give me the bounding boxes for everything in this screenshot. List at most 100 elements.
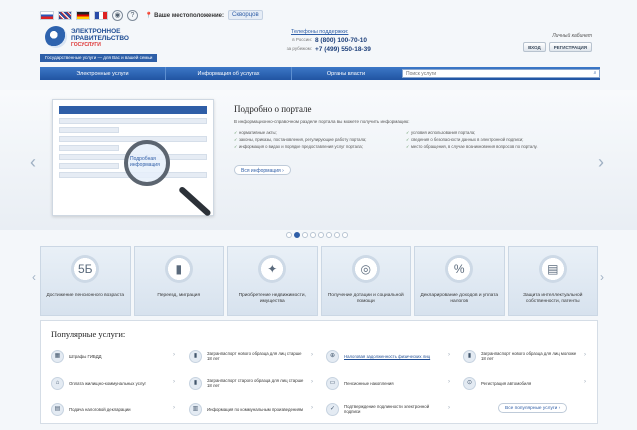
pension-savings-icon: ▭	[326, 376, 339, 390]
passport-icon: ▮	[189, 349, 202, 363]
flag-ru-icon[interactable]	[40, 10, 54, 20]
feature-item: место обращения, в случае возникновения …	[406, 144, 576, 149]
about-portal: Подробно о портале В информационно-справ…	[234, 104, 574, 149]
service-label: Подтверждение подлинности электронной по…	[344, 404, 430, 414]
categories-prev-arrow-icon[interactable]: ‹	[32, 270, 36, 284]
all-info-button[interactable]: Вся информация ›	[234, 165, 291, 175]
pagination-dot-active[interactable]	[294, 232, 300, 238]
popular-services: Популярные услуги: ▦ Штрафы ГИБДД › ▮ Загр…	[40, 320, 598, 424]
chevron-right-icon[interactable]: ›	[173, 379, 175, 385]
service-item[interactable]: ▮ Загранпаспорт старого образца для лиц с…	[189, 376, 307, 390]
screenshot-bar	[59, 106, 207, 114]
service-item[interactable]: ⊕ Налоговая задолженность физических лиц	[326, 349, 444, 363]
service-label: Оплата жилищно-коммунальных услуг	[69, 380, 147, 386]
nav-item-service-info[interactable]: Информация об услугах	[166, 71, 291, 77]
category-taxes[interactable]: % Декларирование доходов и уплата налогов	[414, 246, 505, 316]
pagination-dot[interactable]	[342, 232, 348, 238]
flag-gb-icon[interactable]	[58, 10, 72, 20]
flag-de-icon[interactable]	[76, 10, 90, 20]
banner-prev-arrow-icon[interactable]: ‹	[30, 152, 36, 173]
category-label: Защита интеллектуальной собственности, п…	[523, 293, 583, 304]
all-popular-services-button[interactable]: Все популярные услуги ›	[498, 403, 568, 413]
chevron-right-icon[interactable]: ›	[311, 352, 313, 358]
about-title: Подробно о портале	[234, 104, 312, 114]
pagination-dot[interactable]	[326, 232, 332, 238]
main-nav: Электронные услуги Информация об услугах…	[40, 67, 600, 80]
register-button[interactable]: РЕГИСТРАЦИЯ	[548, 42, 592, 52]
service-label: Загранпаспорт нового образца для лиц ста…	[207, 351, 302, 361]
screenshot-line	[59, 136, 207, 142]
service-item[interactable]: ▮ Загранпаспорт нового образца для лиц ст…	[189, 349, 307, 363]
utilities-icon: ▥	[189, 402, 202, 416]
service-item[interactable]: ▥ Информация по коммунальным произведения…	[189, 402, 307, 416]
chevron-right-icon[interactable]: ›	[173, 352, 175, 358]
category-patents[interactable]: ▤ Защита интеллектуальной собственности, …	[507, 246, 598, 316]
percent-icon: %	[445, 255, 474, 283]
about-intro: В информационно-справочном разделе порта…	[234, 119, 410, 124]
slogan: Государственные услуги — для Вас и вашей…	[40, 54, 158, 62]
search-input[interactable]	[403, 70, 591, 77]
pagination-dot[interactable]	[334, 232, 340, 238]
pagination-dot[interactable]	[310, 232, 316, 238]
service-label: Регистрация автомобиля	[481, 380, 532, 386]
service-label: Подача налоговой декларации	[69, 406, 131, 412]
banner-next-arrow-icon[interactable]: ›	[598, 152, 604, 173]
category-property[interactable]: ✦ Приобретение недвижимости, имущества	[227, 246, 318, 316]
life-situations: 5Б Достижение пенсионного возраста ▮ Перее…	[40, 246, 598, 316]
nav-item-authorities[interactable]: Органы власти	[292, 71, 400, 77]
flag-fr-icon[interactable]	[94, 10, 108, 20]
category-label: Приобретение недвижимости, имущества	[238, 293, 306, 304]
service-item[interactable]: ▦ Штрафы ГИБДД	[51, 349, 171, 363]
service-item[interactable]: ⌂ Оплата жилищно-коммунальных услуг	[51, 376, 171, 390]
location-city-select[interactable]: Скворцов	[228, 10, 263, 20]
auth-block: Личный кабинет ВХОД РЕГИСТРАЦИЯ	[510, 33, 592, 52]
category-migration[interactable]: ▮ Переезд, миграция	[133, 246, 224, 316]
screenshot-line	[59, 163, 119, 169]
phone2-number: +7 (499) 550-18-39	[315, 46, 371, 53]
service-label: Штрафы ГИБДД	[69, 353, 102, 359]
chevron-right-icon[interactable]: ›	[584, 379, 586, 385]
screenshot-line	[59, 145, 119, 151]
category-pension[interactable]: 5Б Достижение пенсионного возраста	[40, 246, 131, 316]
categories-next-arrow-icon[interactable]: ›	[600, 270, 604, 284]
service-item[interactable]: ⊙ Регистрация автомобиля	[463, 376, 581, 390]
feature-item: условия использования портала;	[406, 130, 576, 135]
feature-item: информация о видах и порядке предоставле…	[234, 144, 402, 149]
category-social-aid[interactable]: ◎ Получение дотации и социальной помощи	[320, 246, 411, 316]
service-item[interactable]: ▭ Пенсионные накопления	[326, 376, 444, 390]
help-icon[interactable]: ?	[127, 9, 138, 21]
accessibility-icon[interactable]: ◉	[112, 9, 123, 21]
pension-icon: 5Б	[71, 255, 100, 283]
tax-icon: ⊕	[326, 349, 339, 363]
search-box: ⌕	[402, 69, 600, 78]
passport-icon: ▮	[189, 376, 202, 390]
service-item[interactable]: ▮ Загранпаспорт нового образца для лиц мо…	[463, 349, 581, 363]
chevron-right-icon[interactable]: ›	[584, 352, 586, 358]
service-label: Загранпаспорт нового образца для лиц мол…	[481, 351, 577, 361]
portal-page: ◉ ? 📍 Ваше местоположение: Скворцов ЭЛЕК…	[0, 0, 637, 430]
service-item[interactable]: ▤ Подача налоговой декларации	[51, 402, 171, 416]
login-button[interactable]: ВХОД	[523, 42, 546, 52]
chevron-right-icon[interactable]: ›	[311, 405, 313, 411]
chevron-right-icon[interactable]: ›	[311, 379, 313, 385]
pagination-dot[interactable]	[286, 232, 292, 238]
feature-item: сведения о безопасности данных в электро…	[406, 137, 576, 142]
auth-title: Личный кабинет	[552, 33, 592, 39]
search-icon[interactable]: ⌕	[591, 70, 599, 77]
feature-item: нормативные акты;	[234, 130, 402, 135]
passport-icon: ▮	[164, 255, 193, 283]
chevron-right-icon[interactable]: ›	[448, 352, 450, 358]
chevron-right-icon[interactable]: ›	[448, 405, 450, 411]
pagination-dot[interactable]	[318, 232, 324, 238]
phone1-number: 8 (800) 100-70-10	[315, 37, 368, 44]
pagination-dot[interactable]	[302, 232, 308, 238]
nav-item-electronic-services[interactable]: Электронные услуги	[40, 71, 165, 77]
screenshot-line	[59, 127, 119, 133]
property-icon: ✦	[258, 255, 287, 283]
support-phones-link[interactable]: Телефоны поддержки:	[291, 29, 398, 35]
service-label: Налоговая задолженность физических лиц	[344, 353, 431, 359]
service-item[interactable]: ✓ Подтверждение подлинности электронной п…	[326, 402, 444, 416]
lifebuoy-icon: ◎	[351, 255, 380, 283]
chevron-right-icon[interactable]: ›	[448, 379, 450, 385]
chevron-right-icon[interactable]: ›	[173, 405, 175, 411]
